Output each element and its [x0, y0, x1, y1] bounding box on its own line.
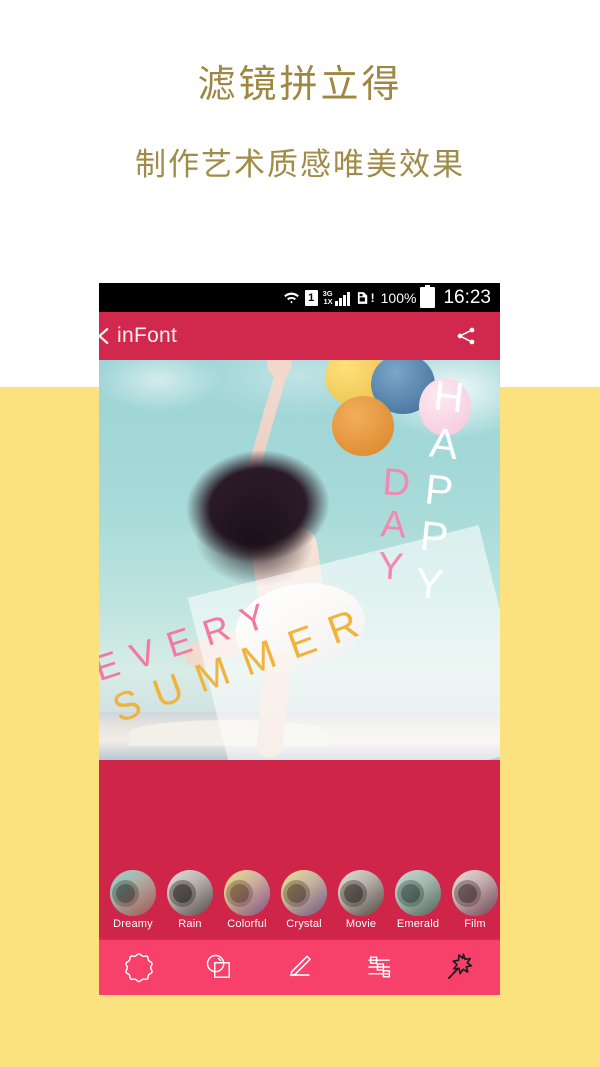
filter-thumbnail-icon [452, 870, 498, 916]
bottom-toolbar [99, 938, 500, 995]
filter-thumbnail-icon [395, 870, 441, 916]
battery-percent-label: 100% [380, 289, 417, 306]
shapes-overlay-icon[interactable] [193, 945, 245, 989]
filter-label: Colorful [227, 918, 267, 930]
filter-thumbnail-icon [110, 870, 156, 916]
page-title: 滤镜拼立得 [197, 64, 403, 106]
filter-label: Crystal [286, 918, 322, 930]
filter-label: Emerald [396, 918, 440, 930]
pencil-draw-icon[interactable] [273, 945, 325, 989]
network-type-indicator: 3G 1X [323, 289, 350, 306]
promo-text-block: 滤镜拼立得 制作艺术质感唯美效果 [0, 0, 600, 260]
network-labels: 3G 1X [323, 289, 333, 306]
back-chevron-icon[interactable] [99, 312, 117, 360]
filter-label: Dreamy [113, 918, 153, 930]
filter-item-film[interactable]: Film [447, 870, 500, 930]
filter-label: Rain [178, 918, 202, 930]
signal-bars-icon [334, 291, 350, 306]
filter-label: Movie [345, 918, 377, 930]
filter-item-movie[interactable]: Movie [333, 870, 389, 930]
filter-thumbnail-icon [281, 870, 327, 916]
magic-wand-star-icon[interactable] [434, 945, 486, 989]
app-title: inFont [117, 324, 178, 347]
filter-item-colorful[interactable]: Colorful [219, 870, 275, 930]
canvas-backdrop-filler [99, 760, 500, 870]
sim-card-alert-icon [355, 290, 369, 306]
filter-item-rain[interactable]: Rain [162, 870, 218, 930]
battery-full-icon [420, 285, 436, 308]
page-subtitle: 制作艺术质感唯美效果 [135, 147, 465, 182]
sim-slot-badge: 1 [304, 289, 318, 306]
scalloped-frame-icon[interactable] [113, 945, 165, 989]
phone-screenshot: 1 3G 1X ! 100% 16:23 inFont HAPPY DAY EV… [99, 283, 500, 995]
filter-thumbnail-icon [167, 870, 213, 916]
status-bar: 1 3G 1X ! 100% 16:23 [99, 283, 500, 312]
filter-thumbnail-icon [338, 870, 384, 916]
filter-thumbnail-icon [224, 870, 270, 916]
status-bar-clock: 16:23 [443, 286, 491, 308]
filter-item-emerald[interactable]: Emerald [390, 870, 446, 930]
app-bar: inFont [99, 312, 500, 360]
network-secondary-label: 1X [323, 296, 333, 306]
photo-canvas[interactable]: HAPPY DAY EVERY SUMMER [99, 360, 500, 760]
sim-alert-exclamation: ! [370, 290, 375, 305]
toolbar-divider [99, 938, 500, 940]
filter-label: Film [464, 918, 486, 930]
filter-strip[interactable]: Dreamy Rain Colorful Crystal Movie Emera… [99, 870, 500, 938]
filter-item-crystal[interactable]: Crystal [276, 870, 332, 930]
balloon-pink [419, 378, 471, 436]
share-icon[interactable] [451, 321, 481, 351]
status-bar-icons: 1 3G 1X ! 100% 16:23 [283, 285, 491, 309]
filter-item-dreamy[interactable]: Dreamy [105, 870, 161, 930]
adjust-sliders-icon[interactable] [354, 945, 406, 989]
wifi-icon [283, 290, 300, 306]
